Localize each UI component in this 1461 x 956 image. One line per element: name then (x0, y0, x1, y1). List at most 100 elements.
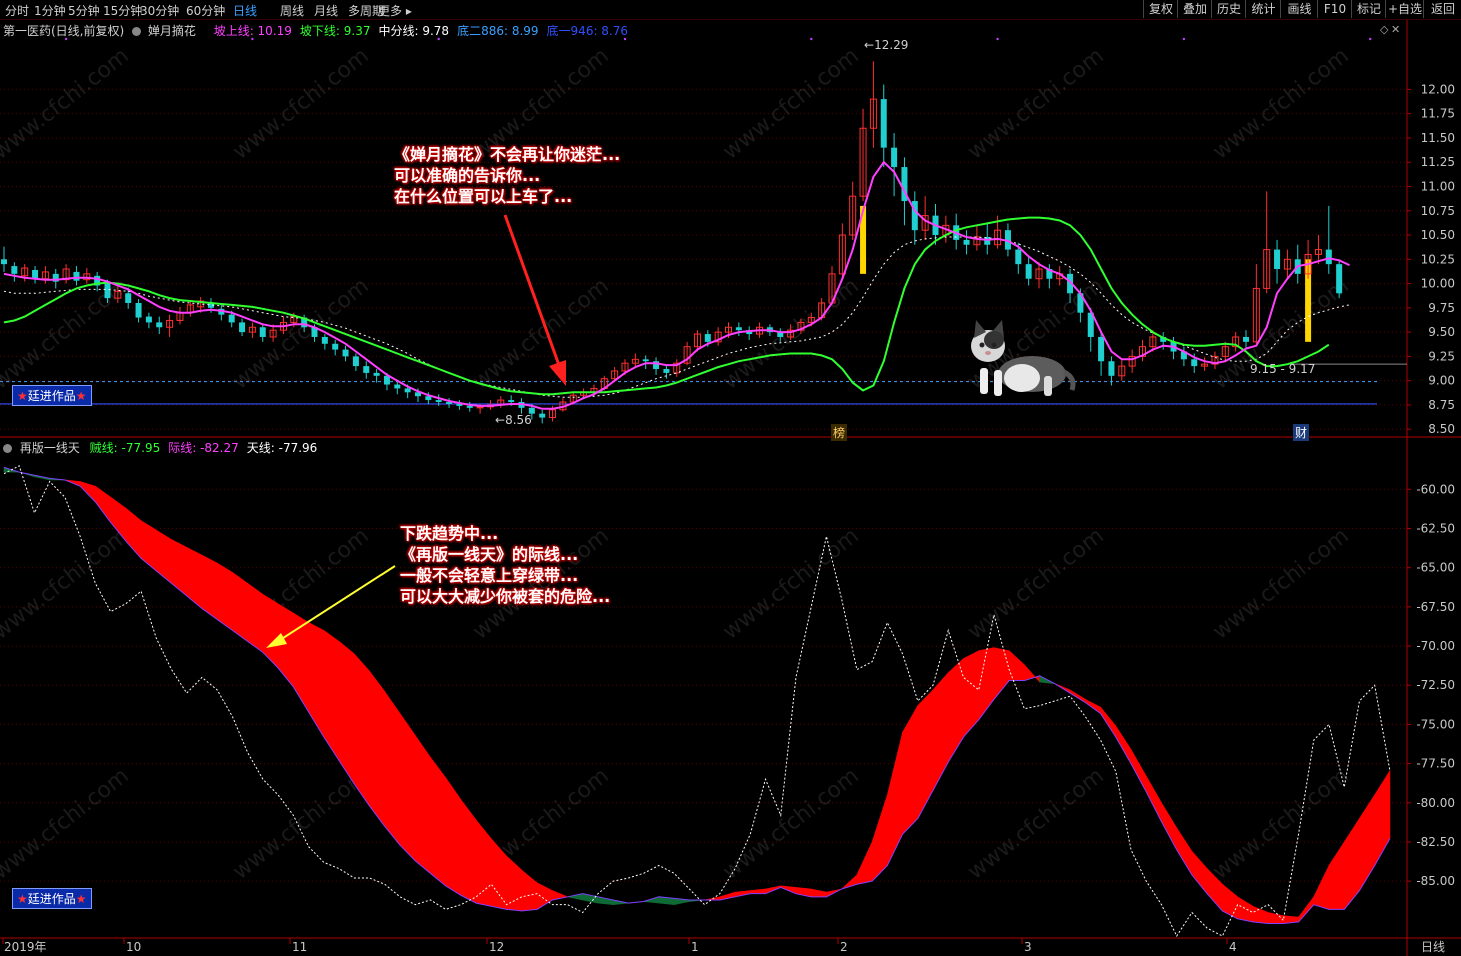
band-segment (338, 640, 355, 785)
main-y-tick-label: 10.25 (1421, 252, 1455, 266)
main-y-tick-label: 9.00 (1428, 374, 1455, 388)
main-y-tick-label: 11.25 (1421, 155, 1455, 169)
star-icon: ★ (17, 389, 28, 403)
candle-body-down (404, 388, 411, 393)
candle-body-down (394, 384, 401, 389)
band-segment (917, 689, 934, 819)
star-icon: ★ (17, 892, 28, 906)
top-signal-dot (996, 37, 999, 41)
candle-body-down (1025, 264, 1032, 279)
main-y-tick-label: 10.00 (1421, 277, 1455, 291)
watermark-text: www.cfchi.com (0, 763, 134, 884)
main-y-tick-label: 9.75 (1428, 301, 1455, 315)
callout-top-line3: 在什么位置可以上车了... (394, 187, 573, 206)
main-y-tick-label: 11.75 (1421, 107, 1455, 121)
x-axis-label: 3 (1024, 940, 1032, 954)
band-segment (1267, 912, 1284, 924)
watermark-text: www.cfchi.com (963, 523, 1108, 644)
band-segment (1343, 817, 1360, 911)
sub-y-tick-label: -77.50 (1416, 757, 1455, 771)
band-segment (125, 507, 142, 560)
range-label: 9.15 - 9.17 (1250, 362, 1316, 376)
candle-body-down (1098, 336, 1105, 362)
band-segment (140, 520, 157, 572)
candle-body-down (73, 271, 80, 281)
candle-body-down (1, 259, 7, 265)
high-price-label: ←12.29 (864, 38, 909, 52)
candle-body-up (476, 406, 484, 409)
band-segment (475, 819, 492, 907)
callout-bottom-line4: 可以大大减少你被套的危险... (400, 587, 611, 606)
callout-top-line2: 可以准确的告诉你... (394, 166, 541, 185)
candle-body-down (508, 400, 515, 403)
band-segment (1191, 850, 1208, 895)
watermark-text: www.cfchi.com (0, 273, 134, 394)
candle-body-down (104, 283, 111, 299)
author-badge-bottom: ★廷进作品★ (12, 888, 92, 909)
callout-bottom-line3: 一般不会轻意上穿绿带... (400, 566, 579, 585)
callout-bottom: 下跌趋势中... 《再版一线天》的际线... 一般不会轻意上穿绿带... 可以大… (400, 523, 610, 607)
band-segment (1222, 883, 1238, 920)
top-signal-dot (810, 37, 813, 41)
close-icon: ✕ (1391, 23, 1400, 36)
band-segment (247, 582, 264, 653)
sub-y-tick-label: -72.50 (1416, 678, 1455, 692)
band-segment (353, 653, 370, 807)
top-signal-dot (437, 37, 440, 41)
band-segment (749, 888, 766, 894)
top-signal-dot (1182, 37, 1186, 41)
watermark-text: www.cfchi.com (228, 43, 373, 164)
band-segment (887, 732, 903, 866)
chart-canvas[interactable]: 12.00 11.75 11.50 11.25 11.00 10.75 10.50 10.25… (0, 0, 1461, 956)
main-y-tick-label: 9.25 (1428, 349, 1455, 363)
band-segment (1328, 840, 1345, 910)
candle-body-down (1274, 249, 1281, 270)
tag-bang[interactable]: 榜 (831, 424, 848, 441)
watermark-text: www.cfchi.com (468, 273, 613, 394)
band-segment (1115, 724, 1132, 765)
band-segment (521, 869, 538, 912)
top-signal-dot (1369, 37, 1372, 41)
band-segment (262, 593, 279, 669)
sub-y-tick-label: -80.00 (1416, 796, 1455, 810)
band-segment (506, 855, 523, 912)
band-segment (932, 671, 949, 791)
band-segment (186, 546, 203, 610)
tag-cai[interactable]: 财 (1293, 424, 1310, 441)
candle-body-down (321, 336, 328, 344)
band-segment (277, 603, 294, 688)
x-axis-label: 10 (126, 940, 141, 954)
band-segment (1008, 650, 1025, 681)
candle-body-down (435, 400, 442, 403)
author-badge-top: ★廷进作品★ (12, 385, 92, 406)
candle-body-down (125, 293, 132, 303)
band-segment (232, 571, 248, 642)
band-segment (384, 690, 401, 846)
sub-y-tick-label: -62.50 (1416, 522, 1455, 536)
x-axis-label: 4 (1229, 940, 1237, 954)
band-segment (856, 841, 873, 885)
candle-body-down (1325, 249, 1332, 265)
band-segment (1237, 896, 1254, 923)
candle-body-down (1336, 264, 1343, 294)
sub-y-tick-label: -65.00 (1416, 561, 1455, 575)
watermark-text: www.cfchi.com (1208, 43, 1353, 164)
top-signal-dot (64, 37, 68, 41)
x-axis-label: 2019年 (4, 940, 47, 954)
band-segment (308, 622, 325, 739)
candle-body-down (156, 322, 163, 328)
candle-body-down (1191, 359, 1198, 367)
candle-body-down (259, 327, 266, 337)
band-segment (369, 670, 386, 828)
low-price-value: 8.56 (505, 413, 532, 427)
star-icon: ★ (75, 892, 87, 906)
high-price-value: 12.29 (874, 38, 909, 52)
sub-y-tick-label: -60.00 (1416, 482, 1455, 496)
callout-top: 《婵月摘花》不会再让你迷茫... 可以准确的告诉你... 在什么位置可以上车了.… (394, 144, 620, 207)
main-y-tick-label: 10.75 (1421, 204, 1455, 218)
band-segment (810, 888, 827, 898)
candle-body-down (1243, 336, 1249, 342)
candle-body-down (373, 372, 380, 376)
watermark-text: www.cfchi.com (0, 523, 134, 644)
band-segment (1252, 905, 1269, 924)
